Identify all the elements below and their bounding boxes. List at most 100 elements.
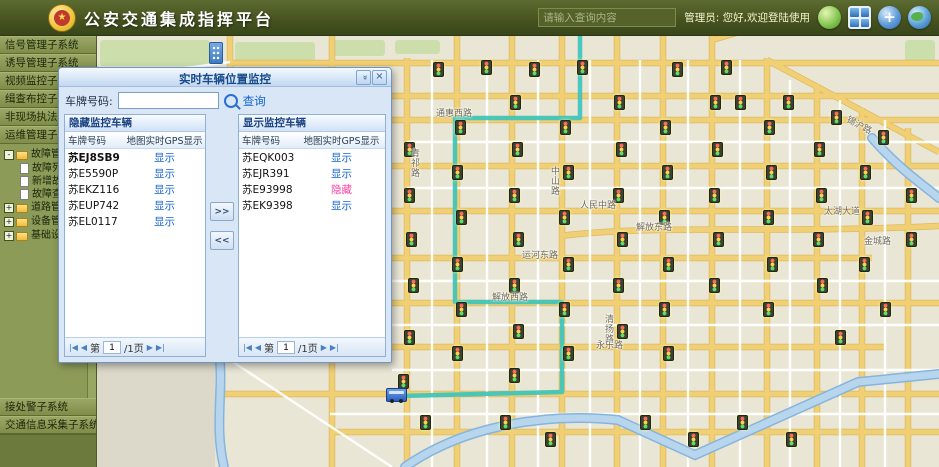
traffic-light-icon[interactable] [737,415,748,430]
vehicle-marker[interactable] [386,388,407,402]
sidebar-item[interactable]: 信号管理子系统 [0,36,96,54]
plate-input[interactable] [118,92,219,109]
first-page-button[interactable]: |◀ [243,343,252,352]
traffic-light-icon[interactable] [481,60,492,75]
last-page-button[interactable]: ▶| [330,343,339,352]
gps-toggle-link[interactable]: 显示 [124,166,205,181]
traffic-light-icon[interactable] [617,232,628,247]
tree-expander-icon[interactable]: + [4,217,14,227]
traffic-light-icon[interactable] [563,257,574,272]
gps-toggle-link[interactable]: 显示 [124,150,205,165]
traffic-light-icon[interactable] [398,374,409,389]
gps-toggle-link[interactable]: 显示 [124,214,205,229]
traffic-light-icon[interactable] [452,346,463,361]
prev-page-button[interactable]: ◀ [81,343,87,352]
vehicle-row[interactable]: 苏E93998隐藏 [239,181,385,197]
vehicle-row[interactable]: 苏EL0117显示 [65,213,205,229]
gps-toggle-link[interactable]: 显示 [298,150,385,165]
traffic-light-icon[interactable] [512,142,523,157]
traffic-light-icon[interactable] [672,62,683,77]
vehicle-row[interactable]: 苏EKZ116显示 [65,181,205,197]
traffic-light-icon[interactable] [813,232,824,247]
traffic-light-icon[interactable] [709,188,720,203]
traffic-light-icon[interactable] [456,210,467,225]
traffic-light-icon[interactable] [783,95,794,110]
traffic-light-icon[interactable] [529,62,540,77]
globe-icon[interactable] [818,6,841,29]
traffic-light-icon[interactable] [817,278,828,293]
traffic-light-icon[interactable] [662,165,673,180]
zoom-plus-icon[interactable]: + [878,6,901,29]
tree-expander-icon[interactable]: + [4,231,14,241]
close-icon[interactable]: × [372,70,387,85]
traffic-light-icon[interactable] [660,120,671,135]
first-page-button[interactable]: |◀ [69,343,78,352]
traffic-light-icon[interactable] [835,330,846,345]
traffic-light-icon[interactable] [455,120,466,135]
traffic-light-icon[interactable] [767,257,778,272]
traffic-light-icon[interactable] [513,232,524,247]
vehicle-row[interactable]: 苏EUP742显示 [65,197,205,213]
traffic-light-icon[interactable] [763,302,774,317]
traffic-light-icon[interactable] [500,415,511,430]
traffic-light-icon[interactable] [613,278,624,293]
traffic-light-icon[interactable] [786,432,797,447]
traffic-light-icon[interactable] [404,330,415,345]
traffic-light-icon[interactable] [616,142,627,157]
traffic-light-icon[interactable] [860,165,871,180]
traffic-light-icon[interactable] [510,95,521,110]
traffic-light-icon[interactable] [880,302,891,317]
traffic-light-icon[interactable] [563,165,574,180]
traffic-light-icon[interactable] [713,232,724,247]
traffic-light-icon[interactable] [721,60,732,75]
last-page-button[interactable]: ▶| [156,343,165,352]
traffic-light-icon[interactable] [735,95,746,110]
traffic-light-icon[interactable] [614,95,625,110]
page-input[interactable] [277,341,295,354]
vehicle-row[interactable]: 苏E5590P显示 [65,165,205,181]
traffic-light-icon[interactable] [906,232,917,247]
traffic-light-icon[interactable] [712,142,723,157]
traffic-light-icon[interactable] [763,210,774,225]
vehicle-row[interactable]: 苏EJR391显示 [239,165,385,181]
next-page-button[interactable]: ▶ [321,343,327,352]
next-page-button[interactable]: ▶ [147,343,153,352]
apps-grid-icon[interactable] [848,6,871,29]
gps-toggle-link[interactable]: 显示 [298,198,385,213]
vehicle-row[interactable]: 苏EQK003显示 [239,149,385,165]
dialog-titlebar[interactable]: 实时车辆位置监控 » × [59,68,391,87]
traffic-light-icon[interactable] [816,188,827,203]
traffic-light-icon[interactable] [831,110,842,125]
traffic-light-icon[interactable] [408,278,419,293]
earth-icon[interactable] [908,6,931,29]
traffic-light-icon[interactable] [766,165,777,180]
traffic-light-icon[interactable] [404,188,415,203]
prev-page-button[interactable]: ◀ [255,343,261,352]
panel-handle[interactable] [209,42,223,64]
traffic-light-icon[interactable] [814,142,825,157]
traffic-light-icon[interactable] [509,368,520,383]
gps-toggle-link[interactable]: 显示 [124,198,205,213]
search-icon[interactable] [224,94,238,108]
traffic-light-icon[interactable] [452,165,463,180]
sidebar-item[interactable]: 交通信息采集子系统 [0,416,96,434]
page-input[interactable] [103,341,121,354]
traffic-light-icon[interactable] [406,232,417,247]
traffic-light-icon[interactable] [559,210,570,225]
tree-expander-icon[interactable]: - [4,150,14,160]
traffic-light-icon[interactable] [859,257,870,272]
traffic-light-icon[interactable] [709,278,720,293]
gps-toggle-link[interactable]: 显示 [124,182,205,197]
vehicle-row[interactable]: 苏EK9398显示 [239,197,385,213]
traffic-light-icon[interactable] [563,346,574,361]
traffic-light-icon[interactable] [862,210,873,225]
collapse-button[interactable]: » [356,70,371,85]
traffic-light-icon[interactable] [663,257,674,272]
traffic-light-icon[interactable] [764,120,775,135]
traffic-light-icon[interactable] [663,346,674,361]
traffic-light-icon[interactable] [545,432,556,447]
traffic-light-icon[interactable] [560,120,571,135]
gps-toggle-link[interactable]: 显示 [298,166,385,181]
traffic-light-icon[interactable] [456,302,467,317]
move-left-button[interactable]: << [210,231,234,250]
